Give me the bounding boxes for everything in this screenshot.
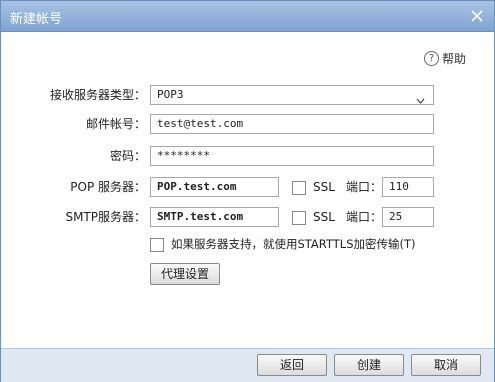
pop-server-label: POP 服务器：	[70, 180, 146, 194]
starttls-checkbox[interactable]	[150, 238, 164, 252]
account-label: 邮件帐号：	[85, 117, 146, 131]
new-account-dialog: 新建帐号 ? 帮助 接收服务器类型： POP3 邮件帐号： test@test.…	[0, 0, 495, 382]
pop-port-label: 端口：	[346, 180, 383, 194]
title-bar[interactable]: 新建帐号	[1, 1, 494, 32]
help-label: 帮助	[441, 52, 466, 66]
pop-ssl-checkbox[interactable]	[292, 181, 306, 195]
smtp-server-input[interactable]: SMTP.test.com	[150, 207, 279, 227]
password-input[interactable]: ********	[150, 146, 434, 166]
account-value: test@test.com	[157, 117, 244, 130]
server-type-value: POP3	[157, 88, 184, 101]
smtp-port-label: 端口：	[346, 210, 383, 224]
pop-port-input[interactable]: 110	[382, 177, 434, 197]
dialog-body: ? 帮助 接收服务器类型： POP3 邮件帐号： test@test.com 密…	[1, 32, 494, 348]
window-title: 新建帐号	[10, 12, 63, 27]
smtp-ssl-label: SSL	[313, 210, 335, 224]
help-icon: ?	[423, 51, 439, 66]
server-type-label: 接收服务器类型：	[49, 88, 146, 102]
smtp-port-input[interactable]: 25	[382, 207, 434, 227]
password-value: ********	[157, 149, 210, 162]
smtp-server-label: SMTP服务器：	[65, 210, 146, 224]
help-link[interactable]: ? 帮助	[423, 50, 466, 67]
smtp-server-value: SMTP.test.com	[157, 210, 244, 223]
server-type-select[interactable]: POP3	[150, 85, 434, 105]
create-button[interactable]: 创建	[334, 354, 404, 376]
pop-server-value: POP.test.com	[157, 180, 237, 193]
smtp-ssl-checkbox[interactable]	[292, 211, 306, 225]
smtp-port-value: 25	[389, 210, 403, 223]
proxy-settings-button[interactable]: 代理设置	[150, 263, 220, 285]
back-button[interactable]: 返回	[257, 354, 327, 376]
chevron-down-icon	[416, 92, 425, 110]
pop-port-value: 110	[389, 180, 409, 193]
pop-server-input[interactable]: POP.test.com	[150, 177, 279, 197]
cancel-button[interactable]: 取消	[411, 354, 481, 376]
pop-ssl-label: SSL	[313, 180, 335, 194]
button-bar: 返回 创建 取消	[1, 348, 494, 382]
password-label: 密码：	[109, 149, 146, 163]
close-icon[interactable]	[470, 9, 484, 23]
starttls-label: 如果服务器支持，就使用STARTTLS加密传输(T)	[171, 237, 416, 251]
account-input[interactable]: test@test.com	[150, 114, 434, 134]
